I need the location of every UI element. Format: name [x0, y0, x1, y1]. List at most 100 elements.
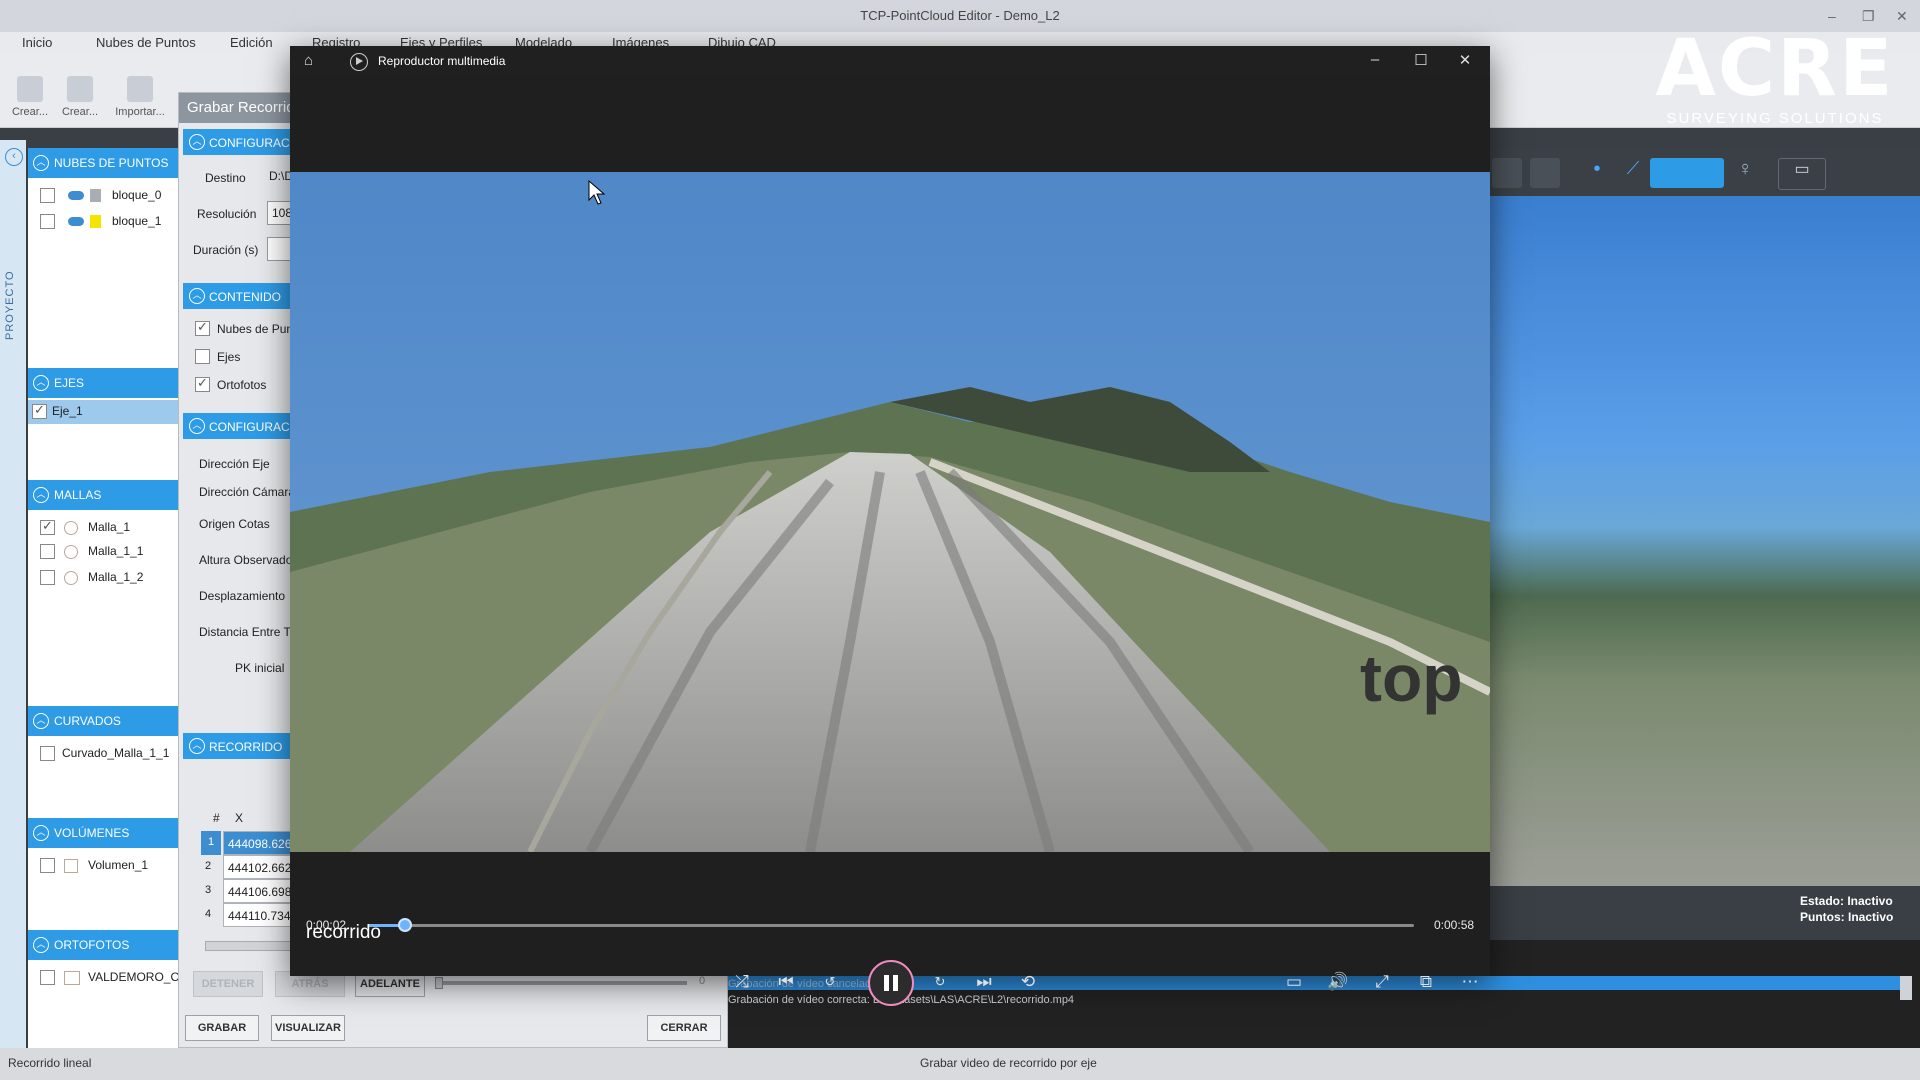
altura-observador-label: Altura Observador	[199, 553, 297, 567]
chevron-up-icon: ︿	[189, 288, 205, 304]
ribbon-crear-2[interactable]: Crear...	[58, 76, 102, 118]
display-icon[interactable]: ▭	[1778, 158, 1826, 190]
color-swatch	[90, 215, 101, 228]
section-title: ORTOFOTOS	[54, 938, 130, 952]
section-title: EJES	[54, 376, 85, 390]
grid-header-x: X	[235, 811, 244, 825]
grid-hscrollbar[interactable]	[205, 941, 293, 951]
ribbon-label: Importar...	[115, 106, 165, 118]
tree-item-bloque-0[interactable]: bloque_0	[28, 184, 178, 208]
ejes-checkbox[interactable]	[195, 349, 210, 364]
origen-cotas-label: Origen Cotas	[199, 517, 270, 531]
maximize-icon[interactable]: ☐	[1406, 51, 1436, 69]
cerrar-button[interactable]: CERRAR	[647, 1015, 721, 1041]
cloud-icon	[68, 191, 84, 200]
3d-viewport[interactable]: Estado: Inactivo Puntos: Inactivo	[1490, 196, 1920, 924]
project-vertical-label: PROYECTO	[4, 270, 16, 340]
visibility-checkbox[interactable]	[40, 544, 55, 559]
lightbulb-icon[interactable]: ♀	[1730, 158, 1760, 188]
section-ejes-header[interactable]: ︿ EJES	[28, 368, 178, 398]
menu-nubes[interactable]: Nubes de Puntos	[96, 35, 196, 50]
desplazamiento-label: Desplazamiento	[199, 589, 286, 603]
tree-item-volumen-1[interactable]: Volumen_1	[28, 854, 178, 878]
forward-30-icon[interactable]: ↻	[926, 968, 954, 996]
tree-item-label: Volumen_1	[88, 858, 149, 872]
section-volumenes-header[interactable]: ︿ VOLÚMENES	[28, 818, 178, 848]
slider-thumb[interactable]	[435, 977, 443, 989]
seek-bar[interactable]	[368, 918, 1414, 932]
ortofotos-checkbox[interactable]	[195, 375, 210, 392]
tree-item-malla-1[interactable]: Malla_1	[28, 516, 178, 540]
visibility-checkbox[interactable]	[40, 214, 55, 229]
mesh-icon	[64, 545, 78, 559]
rewind-10-icon[interactable]: ↺	[816, 968, 844, 996]
point-icon[interactable]: •	[1582, 158, 1612, 188]
section-ortofotos-header[interactable]: ︿ ORTOFOTOS	[28, 930, 178, 960]
seek-thumb[interactable]	[397, 918, 412, 932]
menu-edicion[interactable]: Edición	[230, 35, 273, 50]
repeat-off-icon[interactable]: ⟲	[1014, 968, 1042, 996]
minimize-icon[interactable]: –	[1360, 51, 1390, 68]
tree-item-curvado[interactable]: Curvado_Malla_1_1	[28, 742, 178, 766]
row-index: 3	[205, 884, 212, 896]
section-nubes-header[interactable]: ︿ NUBES DE PUNTOS	[28, 148, 178, 178]
shuffle-icon[interactable]: ⤮	[728, 968, 756, 996]
row-index: 4	[205, 908, 212, 920]
section-curvados-header[interactable]: ︿ CURVADOS	[28, 706, 178, 736]
nubes-checkbox[interactable]	[195, 319, 210, 336]
import-icon	[127, 76, 153, 102]
tree-item-malla-1-1[interactable]: Malla_1_1	[28, 540, 178, 564]
visibility-checkbox[interactable]	[32, 402, 47, 419]
mini-player-icon[interactable]: ⧉	[1412, 968, 1440, 996]
visibility-checkbox[interactable]	[40, 858, 55, 873]
ribbon-crear-1[interactable]: Crear...	[8, 76, 52, 118]
brand-name: ACRE	[1655, 24, 1895, 114]
volume-icon[interactable]: 🔊	[1324, 968, 1352, 996]
detener-button[interactable]: DETENER	[193, 971, 263, 997]
collapse-panel-icon[interactable]: ‹	[5, 148, 23, 166]
previous-icon[interactable]: ⏮	[772, 968, 800, 996]
home-icon[interactable]: ⌂	[304, 52, 313, 69]
log-scrollbar[interactable]	[1900, 976, 1912, 1000]
visibility-checkbox[interactable]	[40, 518, 55, 535]
axis-tool-button[interactable]	[1650, 158, 1724, 188]
section-curvados-body: Curvado_Malla_1_1	[28, 736, 178, 818]
pause-button[interactable]	[868, 960, 914, 1006]
grid-view-icon[interactable]	[1530, 158, 1560, 188]
section-ortofotos-body: VALDEMORO_OF	[28, 960, 187, 1048]
visibility-checkbox[interactable]	[40, 570, 55, 585]
acre-logo: ACRE SURVEYING SOLUTIONS	[1630, 30, 1920, 130]
volume-icon	[64, 859, 78, 873]
visibility-checkbox[interactable]	[40, 970, 55, 985]
tree-item-eje-1[interactable]: Eje_1	[28, 400, 178, 424]
aspect-ratio-icon[interactable]: ▭	[1280, 968, 1308, 996]
ribbon-importar[interactable]: Importar...	[112, 76, 168, 118]
fullscreen-icon[interactable]: ⤢	[1368, 968, 1396, 996]
close-icon[interactable]: ✕	[1450, 51, 1480, 69]
recorrido-slider[interactable]	[435, 981, 687, 985]
tree-item-label: Curvado_Malla_1_1	[62, 746, 170, 760]
visibility-checkbox[interactable]	[40, 188, 55, 203]
grabar-button[interactable]: GRABAR	[185, 1015, 259, 1041]
tree-item-label: Malla_1	[88, 520, 131, 534]
menu-inicio[interactable]: Inicio	[22, 35, 52, 50]
player-title: Reproductor multimedia	[378, 54, 506, 68]
tree-item-ortofoto[interactable]: VALDEMORO_OF	[28, 966, 187, 990]
chevron-up-icon: ︿	[189, 738, 205, 754]
tree-item-malla-1-2[interactable]: Malla_1_2	[28, 566, 178, 590]
visualizar-button[interactable]: VISUALIZAR	[271, 1015, 345, 1041]
close-icon[interactable]: ✕	[1896, 0, 1908, 32]
section-mallas-header[interactable]: ︿ MALLAS	[28, 480, 178, 510]
tree-item-bloque-1[interactable]: bloque_1	[28, 210, 178, 234]
color-swatch	[90, 189, 101, 202]
visibility-checkbox[interactable]	[40, 746, 55, 761]
viewport-toolbar: • ⟋ ♀ ▭	[1490, 150, 1920, 196]
video-frame[interactable]: top	[290, 172, 1490, 852]
next-icon[interactable]: ⏭	[970, 968, 998, 996]
measure-icon[interactable]: ⟋	[1618, 158, 1648, 188]
more-options-icon[interactable]: ⋯	[1456, 968, 1484, 996]
project-tree: ︿ NUBES DE PUNTOS bloque_0 bloque_1 ︿ EJES…	[28, 148, 187, 1048]
media-title: recorrido	[306, 922, 381, 943]
mesh-view-icon[interactable]	[1492, 158, 1522, 188]
app-titlebar: TCP-PointCloud Editor - Demo_L2 – ❐ ✕	[0, 0, 1920, 32]
